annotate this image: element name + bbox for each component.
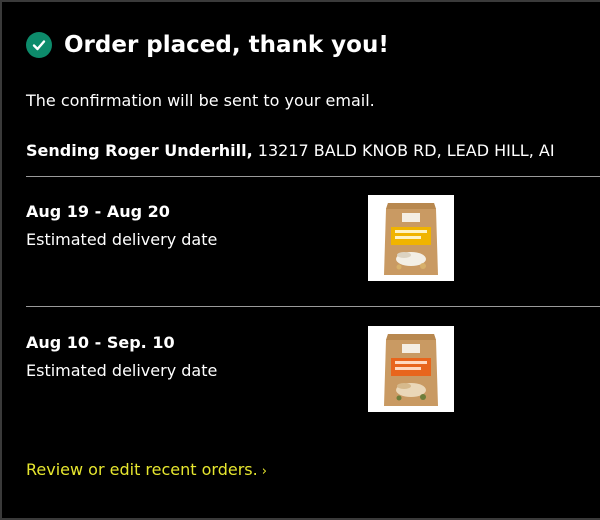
check-circle-icon (26, 32, 52, 58)
delivery-date-range: Aug 10 - Sep. 10 (26, 333, 175, 352)
review-link-label: Review or edit recent orders. (26, 460, 258, 479)
shipping-address: Sending Roger Underhill, 13217 BALD KNOB… (26, 141, 555, 160)
order-confirmation-panel: Order placed, thank you! The confirmatio… (0, 0, 600, 520)
review-orders-link[interactable]: Review or edit recent orders. › (26, 460, 267, 479)
divider (26, 176, 600, 177)
confirmation-message: The confirmation will be sent to your em… (26, 91, 375, 110)
delivery-date-range: Aug 19 - Aug 20 (26, 202, 170, 221)
address-text: 13217 BALD KNOB RD, LEAD HILL, AI (257, 141, 555, 160)
page-title: Order placed, thank you! (64, 32, 389, 58)
checkmark-icon (32, 40, 46, 51)
product-image[interactable] (368, 195, 454, 281)
recipient-name: Sending Roger Underhill, (26, 141, 253, 160)
delivery-group: Aug 10 - Sep. 10 Estimated delivery date (26, 326, 600, 423)
confirmation-header: Order placed, thank you! (26, 32, 389, 58)
flour-bag-icon (368, 195, 454, 281)
delivery-group: Aug 19 - Aug 20 Estimated delivery date (26, 195, 600, 292)
delivery-date-label: Estimated delivery date (26, 230, 218, 249)
delivery-date-label: Estimated delivery date (26, 361, 218, 380)
product-image[interactable] (368, 326, 454, 412)
chevron-right-icon: › (261, 464, 267, 479)
flour-bag-icon (368, 326, 454, 412)
divider (26, 306, 600, 307)
